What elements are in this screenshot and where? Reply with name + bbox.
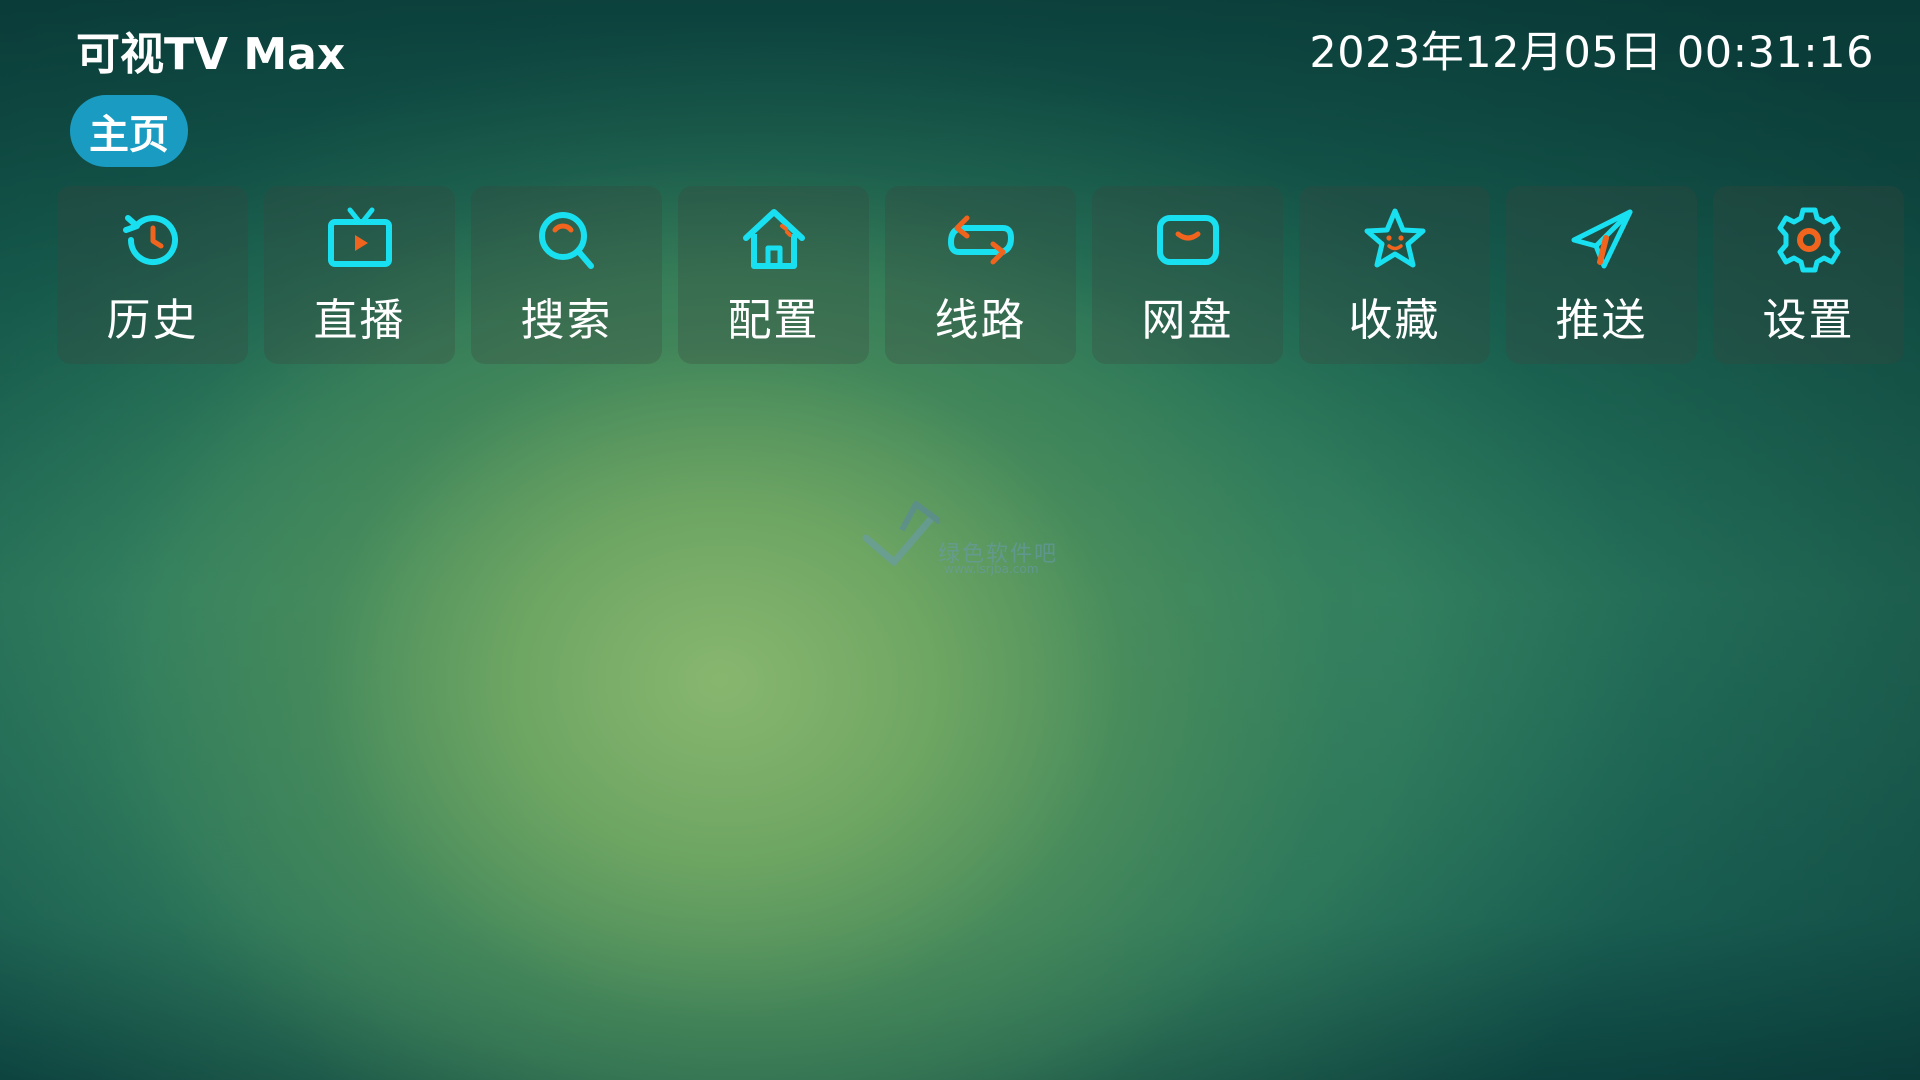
tab-home-label: 主页 [89,112,169,158]
clock: 2023年12月05日 00:31:16 [1309,28,1874,78]
menu-item-label: 线路 [934,295,1027,346]
menu-item-favorites[interactable]: 收藏 [1299,186,1490,364]
watermark: 绿色软件吧 www.lsrjba.com [860,500,1070,580]
menu-item-label: 设置 [1762,295,1855,346]
menu-item-route[interactable]: 线路 [885,186,1076,364]
menu-item-live[interactable]: 直播 [264,186,455,364]
cloud-drive-icon [1152,204,1224,276]
search-icon [531,204,603,276]
menu-item-label: 直播 [313,295,406,346]
switch-route-icon [945,204,1017,276]
menu-item-label: 配置 [727,295,820,346]
menu-item-cloud-drive[interactable]: 网盘 [1092,186,1283,364]
menu-item-settings[interactable]: 设置 [1713,186,1904,364]
menu-item-push[interactable]: 推送 [1506,186,1697,364]
app-title: 可视TV Max [76,29,346,80]
history-icon [117,204,189,276]
menu-item-label: 搜索 [520,295,613,346]
menu-item-search[interactable]: 搜索 [471,186,662,364]
menu-item-label: 网盘 [1141,295,1234,346]
menu-item-history[interactable]: 历史 [57,186,248,364]
home-icon [738,204,810,276]
menu-item-label: 收藏 [1348,295,1441,346]
tv-icon [324,204,396,276]
send-icon [1566,204,1638,276]
star-icon [1359,204,1431,276]
watermark-url: www.lsrjba.com [944,562,1039,576]
tab-home[interactable]: 主页 [70,95,188,167]
main-menu: 历史 直播 搜索 配置 线路 网盘 收藏 推送 设置 [57,186,1907,366]
menu-item-config[interactable]: 配置 [678,186,869,364]
menu-item-label: 推送 [1555,295,1648,346]
watermark-logo [862,501,940,566]
menu-item-label: 历史 [106,295,199,346]
gear-icon [1773,204,1845,276]
